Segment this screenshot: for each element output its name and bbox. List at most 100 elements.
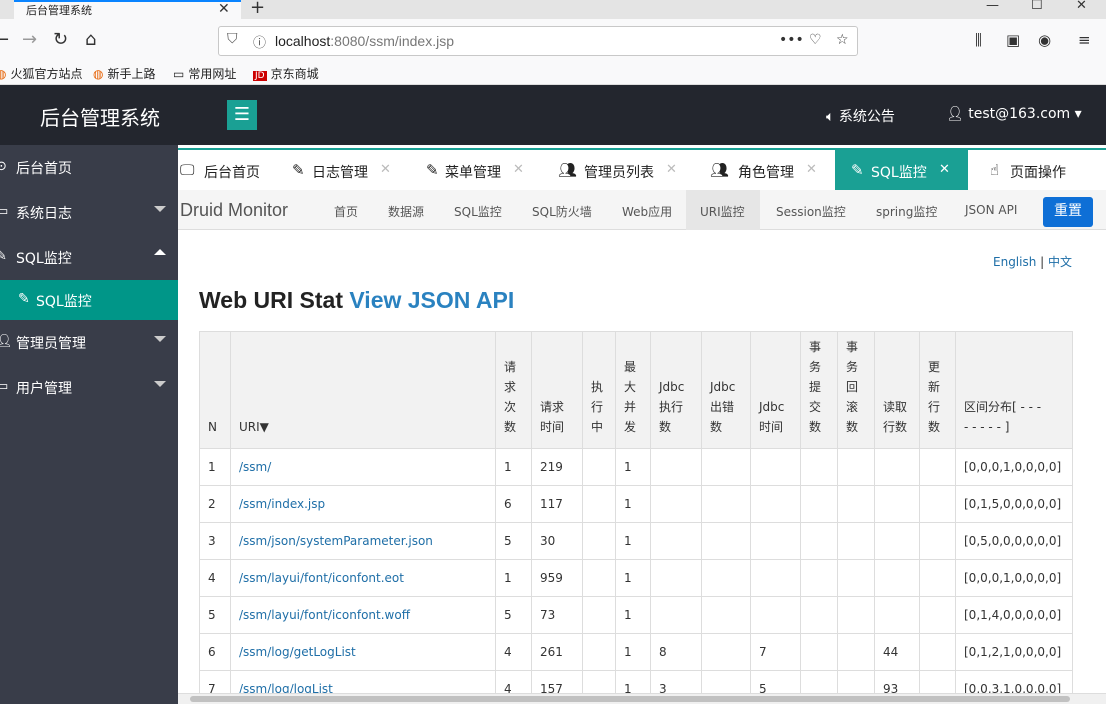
table-cell [650, 522, 702, 560]
druid-nav-webapp[interactable]: Web应用 [622, 190, 672, 230]
sidebar-item-logs[interactable]: ▭ 系统日志 [0, 190, 178, 235]
druid-brand[interactable]: Druid Monitor [180, 200, 288, 221]
back-icon[interactable]: ← [0, 29, 9, 50]
user-menu[interactable]: 👤︎ test@163.com ▾ [946, 106, 1082, 122]
sidebar-item-sql[interactable]: ✎ SQL监控 [0, 235, 178, 280]
library-icon[interactable]: ⫼ [975, 31, 982, 49]
col-header-jdbc-exec[interactable]: Jdbc执行数 [650, 331, 702, 449]
druid-nav-session[interactable]: Session监控 [776, 190, 846, 230]
tab-label: SQL监控 [871, 165, 927, 181]
tab-menus[interactable]: ✎ 菜单管理 ✕ [413, 150, 524, 190]
col-header-uri[interactable]: URI▼ [230, 331, 496, 449]
druid-nav-datasource[interactable]: 数据源 [388, 190, 424, 230]
page-title-text: Web URI Stat [199, 287, 343, 313]
address-bar[interactable]: ⛉ ⓘ localhost:8080/ssm/index.jsp ••• ♡ ☆ [218, 26, 858, 56]
bookmark-item[interactable]: ▭ 常用网址 [173, 65, 236, 82]
sidebar-item-admins[interactable]: 👤︎ 管理员管理 [0, 320, 178, 365]
reload-icon[interactable]: ↻ [53, 29, 68, 50]
col-header-request-time[interactable]: 请求时间 [531, 331, 583, 449]
close-icon[interactable]: ✕ [806, 162, 817, 177]
notice-link[interactable]: 🔈︎ 系统公告 [826, 106, 895, 126]
col-header-request-count[interactable]: 请求次数 [495, 331, 532, 449]
home-icon[interactable]: ⌂ [85, 29, 96, 50]
bookmark-star-icon[interactable]: ☆ [836, 32, 849, 48]
shield-icon[interactable]: ⛉ [227, 31, 238, 47]
bookmark-item[interactable]: ◍ 新手上路 [93, 65, 156, 82]
table-cell: 1 [199, 448, 231, 486]
table-cell [874, 448, 920, 486]
bookmark-item[interactable]: ◍ 火狐官方站点 [0, 65, 83, 82]
druid-nav-sql[interactable]: SQL监控 [454, 190, 502, 230]
window-close-icon[interactable]: ✕ [1076, 0, 1087, 13]
tab-roles[interactable]: 👥︎ 角色管理 ✕ [698, 150, 818, 190]
bookmark-label: 京东商城 [270, 67, 319, 81]
table-cell: 5 [495, 522, 532, 560]
close-icon[interactable]: ✕ [666, 162, 677, 177]
menu-toggle-button[interactable]: ☰ [227, 100, 257, 130]
col-header-running[interactable]: 执行中 [582, 331, 616, 449]
tab-sql-monitor[interactable]: ✎ SQL监控 ✕ [835, 150, 968, 190]
col-header-tx-commit[interactable]: 事务提交数 [800, 331, 838, 449]
view-json-api-link[interactable]: View JSON API [349, 287, 514, 313]
table-cell: 1 [495, 448, 532, 486]
table-cell [800, 559, 838, 597]
uri-link[interactable]: /ssm/layui/font/iconfont.woff [230, 596, 496, 634]
close-icon[interactable]: ✕ [380, 162, 391, 177]
col-header-update-rows[interactable]: 更新行数 [919, 331, 956, 449]
druid-nav-wall[interactable]: SQL防火墙 [532, 190, 592, 230]
tab-home[interactable]: 🖵︎ 后台首页 [178, 150, 278, 190]
col-header-jdbc-time[interactable]: Jdbc时间 [750, 331, 801, 449]
new-tab-icon[interactable]: + [250, 0, 265, 18]
sidebar-item-users[interactable]: ▭ 用户管理 [0, 365, 178, 410]
druid-nav-uri[interactable]: URI监控 [686, 190, 760, 230]
bookmark-item[interactable]: JD 京东商城 [253, 65, 319, 82]
close-icon[interactable]: ✕ [939, 162, 950, 177]
table-cell: 117 [531, 485, 583, 523]
url-text[interactable]: localhost:8080/ssm/index.jsp [275, 33, 454, 49]
col-header-jdbc-error[interactable]: Jdbc出错数 [701, 331, 751, 449]
uri-link[interactable]: /ssm/log/getLogList [230, 633, 496, 671]
col-header-concurrent-max[interactable]: 最大并发 [615, 331, 651, 449]
druid-nav-spring[interactable]: spring监控 [876, 190, 937, 230]
hamburger-menu-icon[interactable]: ≡ [1078, 31, 1091, 49]
browser-tab[interactable]: 后台管理系统 ✕ [14, 0, 241, 19]
account-icon[interactable]: ◉ [1038, 31, 1051, 49]
lang-chinese-link[interactable]: 中文 [1048, 255, 1072, 269]
col-header-fetch-rows[interactable]: 读取行数 [874, 331, 920, 449]
table-cell [750, 596, 801, 634]
minimize-icon[interactable]: — [986, 0, 999, 13]
lang-english-link[interactable]: English [993, 255, 1036, 269]
druid-nav-json[interactable]: JSON API [965, 190, 1017, 230]
pocket-icon[interactable]: ♡ [809, 32, 822, 48]
table-cell [800, 522, 838, 560]
reset-button[interactable]: 重置 [1043, 197, 1093, 227]
col-header-histogram[interactable]: 区间分布[ - - - - - - - - ] [955, 331, 1073, 449]
sidebar-toggle-icon[interactable]: ▣ [1006, 31, 1020, 49]
close-icon[interactable]: ✕ [513, 162, 524, 177]
col-header-tx-rollback[interactable]: 事务回滚数 [837, 331, 875, 449]
col-header-n[interactable]: N [199, 331, 231, 449]
table-cell [919, 559, 956, 597]
info-icon[interactable]: ⓘ [253, 32, 266, 51]
sidebar-item-label: 管理员管理 [16, 336, 86, 352]
table-cell [750, 448, 801, 486]
forward-icon[interactable]: → [22, 29, 37, 50]
user-icon: 👤︎ [0, 334, 13, 349]
tab-page-actions[interactable]: ☝︎ 页面操作 [978, 150, 1106, 190]
scrollbar-thumb[interactable] [190, 696, 1070, 702]
tab-admin-list[interactable]: 👥︎ 管理员列表 ✕ [548, 150, 678, 190]
tab-logs[interactable]: ✎ 日志管理 ✕ [278, 150, 391, 190]
uri-link[interactable]: /ssm/json/systemParameter.json [230, 522, 496, 560]
uri-link[interactable]: /ssm/layui/font/iconfont.eot [230, 559, 496, 597]
druid-nav-home[interactable]: 首页 [334, 190, 358, 230]
uri-link[interactable]: /ssm/ [230, 448, 496, 486]
close-tab-icon[interactable]: ✕ [218, 1, 230, 17]
sidebar-item-home[interactable]: ⊙ 后台首页 [0, 145, 178, 190]
sidebar-subitem-sql-monitor[interactable]: ✎ SQL监控 [0, 280, 178, 320]
table-cell [837, 485, 875, 523]
maximize-icon[interactable]: ☐ [1031, 0, 1043, 13]
table-cell [650, 448, 702, 486]
horizontal-scrollbar[interactable] [178, 693, 1106, 704]
uri-link[interactable]: /ssm/index.jsp [230, 485, 496, 523]
more-actions-icon[interactable]: ••• [779, 32, 804, 48]
